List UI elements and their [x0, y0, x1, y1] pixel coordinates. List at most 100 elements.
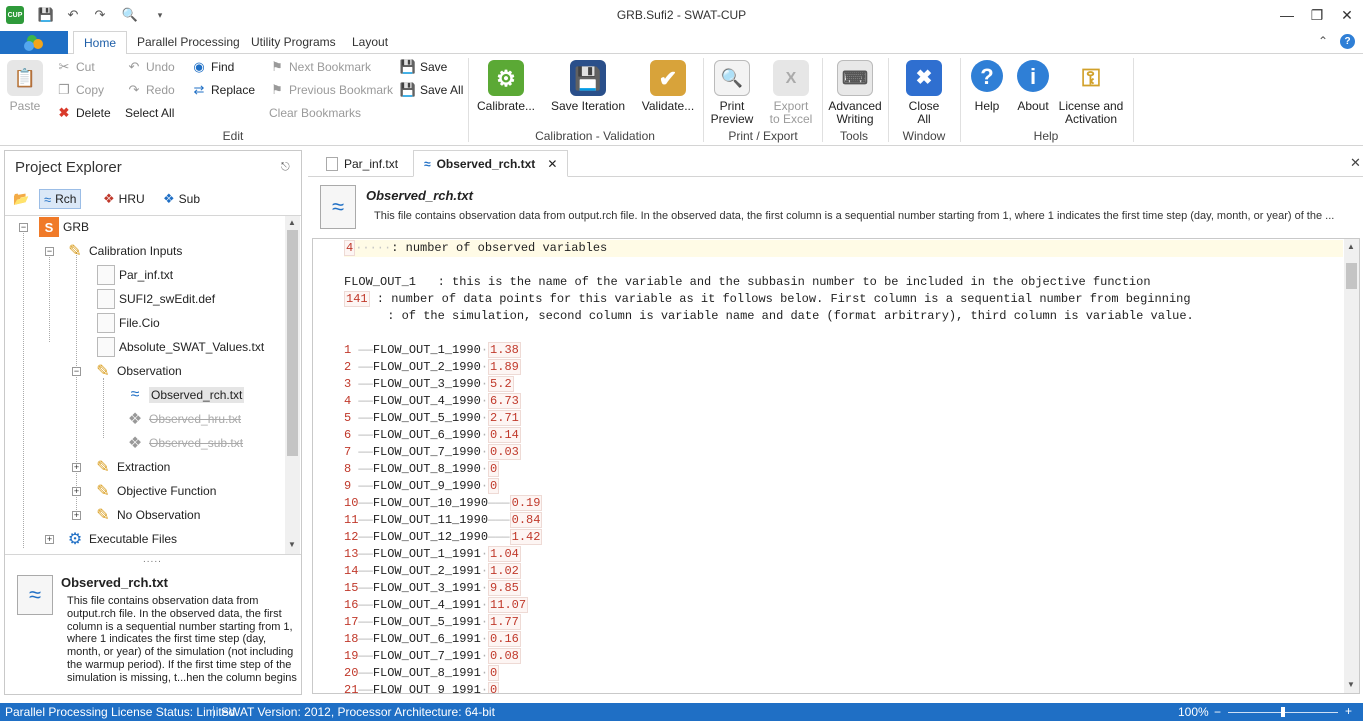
tab-home[interactable]: Home — [73, 31, 128, 55]
observation-row: 18——FLOW_OUT_6_1991· 0.16 — [344, 631, 521, 647]
delete-button[interactable]: ✖ Delete — [56, 104, 111, 122]
editor-line-variable: FLOW_OUT_1 : this is the name of the var… — [344, 275, 1151, 289]
separator — [1133, 58, 1134, 142]
print-preview-button[interactable]: 🔍 Print Preview — [708, 60, 756, 126]
tree-node-calibration-inputs[interactable]: ✎ Calibration Inputs — [65, 240, 182, 262]
expand-toggle[interactable]: + — [72, 487, 81, 496]
variable-name: FLOW_OUT_1_1990 — [372, 343, 481, 357]
calibrate-button[interactable]: ⚙ Calibrate... — [476, 60, 536, 113]
minimize-icon[interactable]: — — [1272, 4, 1302, 26]
expand-toggle[interactable]: + — [72, 463, 81, 472]
tab-par-inf[interactable]: Par_inf.txt — [316, 150, 408, 177]
pin-icon[interactable]: ⎋ — [281, 161, 290, 174]
expand-toggle[interactable]: + — [45, 535, 54, 544]
help-button[interactable]: ? Help — [966, 60, 1008, 113]
select-all-button[interactable]: Select All — [125, 104, 174, 122]
validate-button[interactable]: ✔ Validate... — [638, 60, 698, 113]
scroll-down-icon[interactable]: ▼ — [288, 540, 296, 549]
tree-node-objective-function[interactable]: ✎ Objective Function — [93, 480, 216, 502]
tab-layout[interactable]: Layout — [352, 35, 388, 49]
points-text: : number of data points for this variabl… — [369, 292, 1191, 306]
replace-button[interactable]: ⇄ Replace — [191, 81, 255, 99]
help-label: Help — [974, 99, 1000, 113]
tree-node-observation[interactable]: ✎ Observation — [93, 360, 181, 382]
river-file-icon: ≈ — [320, 185, 356, 229]
tree-node-observed-hru[interactable]: ❖ Observed_hru.txt — [125, 408, 241, 430]
export-excel-button[interactable]: X Export to Excel — [765, 60, 817, 126]
swat-icon: S — [39, 217, 59, 237]
license-activation-button[interactable]: ⚿ License and Activation — [1058, 60, 1124, 126]
undo-button[interactable]: ↶ Undo — [126, 58, 175, 76]
panel-title: Project Explorer — [15, 159, 122, 176]
collapse-toggle[interactable]: − — [72, 367, 81, 376]
scissors-icon: ✂ — [58, 59, 70, 74]
cut-button[interactable]: ✂ Cut — [56, 58, 95, 76]
save-all-button[interactable]: 💾 Save All — [400, 81, 463, 99]
about-button[interactable]: i About — [1012, 60, 1054, 113]
previous-bookmark-button[interactable]: ⚑ Previous Bookmark — [269, 81, 393, 99]
zoom-slider-thumb[interactable] — [1281, 707, 1285, 717]
tree-node-absolute-values[interactable]: Absolute_SWAT_Values.txt — [97, 336, 264, 358]
variable-name: FLOW_OUT_8_1990 — [372, 462, 481, 476]
restore-icon[interactable]: ❐ — [1302, 4, 1332, 26]
tree-node-observed-sub[interactable]: ❖ Observed_sub.txt — [125, 432, 243, 454]
hru-icon: ❖ — [127, 411, 143, 428]
tree-node-extraction[interactable]: ✎ Extraction — [93, 456, 170, 478]
variable-name: FLOW_OUT_2_1991 — [372, 564, 481, 578]
hru-label: HRU — [118, 192, 145, 206]
scroll-up-icon[interactable]: ▲ — [288, 218, 296, 227]
zoom-in-icon[interactable]: + — [1345, 704, 1352, 718]
variable-name: FLOW_OUT_5_1991 — [372, 615, 481, 629]
sub-button[interactable]: ❖ Sub — [163, 189, 200, 209]
advanced-writing-button[interactable]: ⌨ Advanced Writing — [826, 60, 884, 126]
zoom-out-icon[interactable]: − — [1214, 705, 1221, 719]
hru-button[interactable]: ❖ HRU — [103, 189, 145, 209]
collapse-toggle[interactable]: − — [19, 223, 28, 232]
help-icon[interactable]: ? — [1340, 34, 1355, 49]
close-all-button[interactable]: ✖ Close All — [900, 60, 948, 126]
replace-icon: ⇄ — [193, 82, 205, 97]
tree-node-observed-rch[interactable]: ≈ Observed_rch.txt — [125, 384, 245, 406]
next-bookmark-button[interactable]: ⚑ Next Bookmark — [269, 58, 371, 76]
sub-label: Sub — [178, 192, 201, 206]
tab-parallel-processing[interactable]: Parallel Processing — [137, 35, 240, 49]
scroll-up-icon[interactable]: ▲ — [1347, 242, 1355, 251]
clear-bookmarks-button[interactable]: Clear Bookmarks — [269, 104, 361, 122]
tree-scrollbar[interactable]: ▲ ▼ — [285, 216, 300, 554]
application-menu-button[interactable] — [0, 31, 68, 54]
collapse-toggle[interactable]: − — [45, 247, 54, 256]
close-document-icon[interactable]: ✕ — [1350, 155, 1361, 171]
scrollbar-thumb[interactable] — [287, 230, 298, 456]
find-button[interactable]: ◉ Find — [191, 58, 234, 76]
save-iteration-button[interactable]: 💾 Save Iteration — [550, 60, 626, 113]
text-editor[interactable]: 4 ·····: number of observed variables FLO… — [312, 238, 1360, 694]
observation-row: 4 ——FLOW_OUT_4_1990· 6.73 — [344, 393, 521, 409]
redo-button[interactable]: ↷ Redo — [126, 81, 175, 99]
editor-scrollbar[interactable]: ▲ ▼ — [1344, 239, 1359, 693]
file-icon — [97, 337, 115, 357]
paste-button[interactable]: 📋 Paste — [4, 60, 46, 113]
tab-utility-programs[interactable]: Utility Programs — [251, 35, 336, 49]
tree-node-grb[interactable]: S GRB — [39, 216, 89, 238]
expand-toggle[interactable]: + — [72, 511, 81, 520]
tree-node-par-inf[interactable]: Par_inf.txt — [97, 264, 173, 286]
save-button[interactable]: 💾 Save — [400, 58, 447, 76]
row-number: 18 — [344, 632, 359, 646]
close-icon[interactable]: ✕ — [1332, 4, 1362, 26]
scroll-down-icon[interactable]: ▼ — [1347, 680, 1355, 689]
document-description: This file contains observation data from… — [374, 210, 1335, 222]
tab-observed-rch[interactable]: ≈ Observed_rch.txt ✕ — [413, 150, 569, 177]
close-tab-icon[interactable]: ✕ — [547, 157, 557, 171]
variable-name: FLOW_OUT_1_1991 — [372, 547, 481, 561]
observed-value: 1.89 — [488, 359, 521, 375]
copy-button[interactable]: ❐ Copy — [56, 81, 104, 99]
scrollbar-thumb[interactable] — [1346, 263, 1357, 289]
tree-node-sufi2-swedit[interactable]: SUFI2_swEdit.def — [97, 288, 215, 310]
collapse-ribbon-icon[interactable]: ⌃ — [1318, 34, 1328, 48]
tree-node-no-observation[interactable]: ✎ No Observation — [93, 504, 200, 526]
swat-version: SWAT Version: 2012, Processor Architectu… — [221, 705, 495, 719]
tree-node-file-cio[interactable]: File.Cio — [97, 312, 160, 334]
open-folder-button[interactable]: 📂 — [13, 189, 33, 209]
rch-button[interactable]: ≈ Rch — [39, 189, 82, 209]
tree-node-executable-files[interactable]: ⚙ Executable Files — [65, 528, 177, 550]
